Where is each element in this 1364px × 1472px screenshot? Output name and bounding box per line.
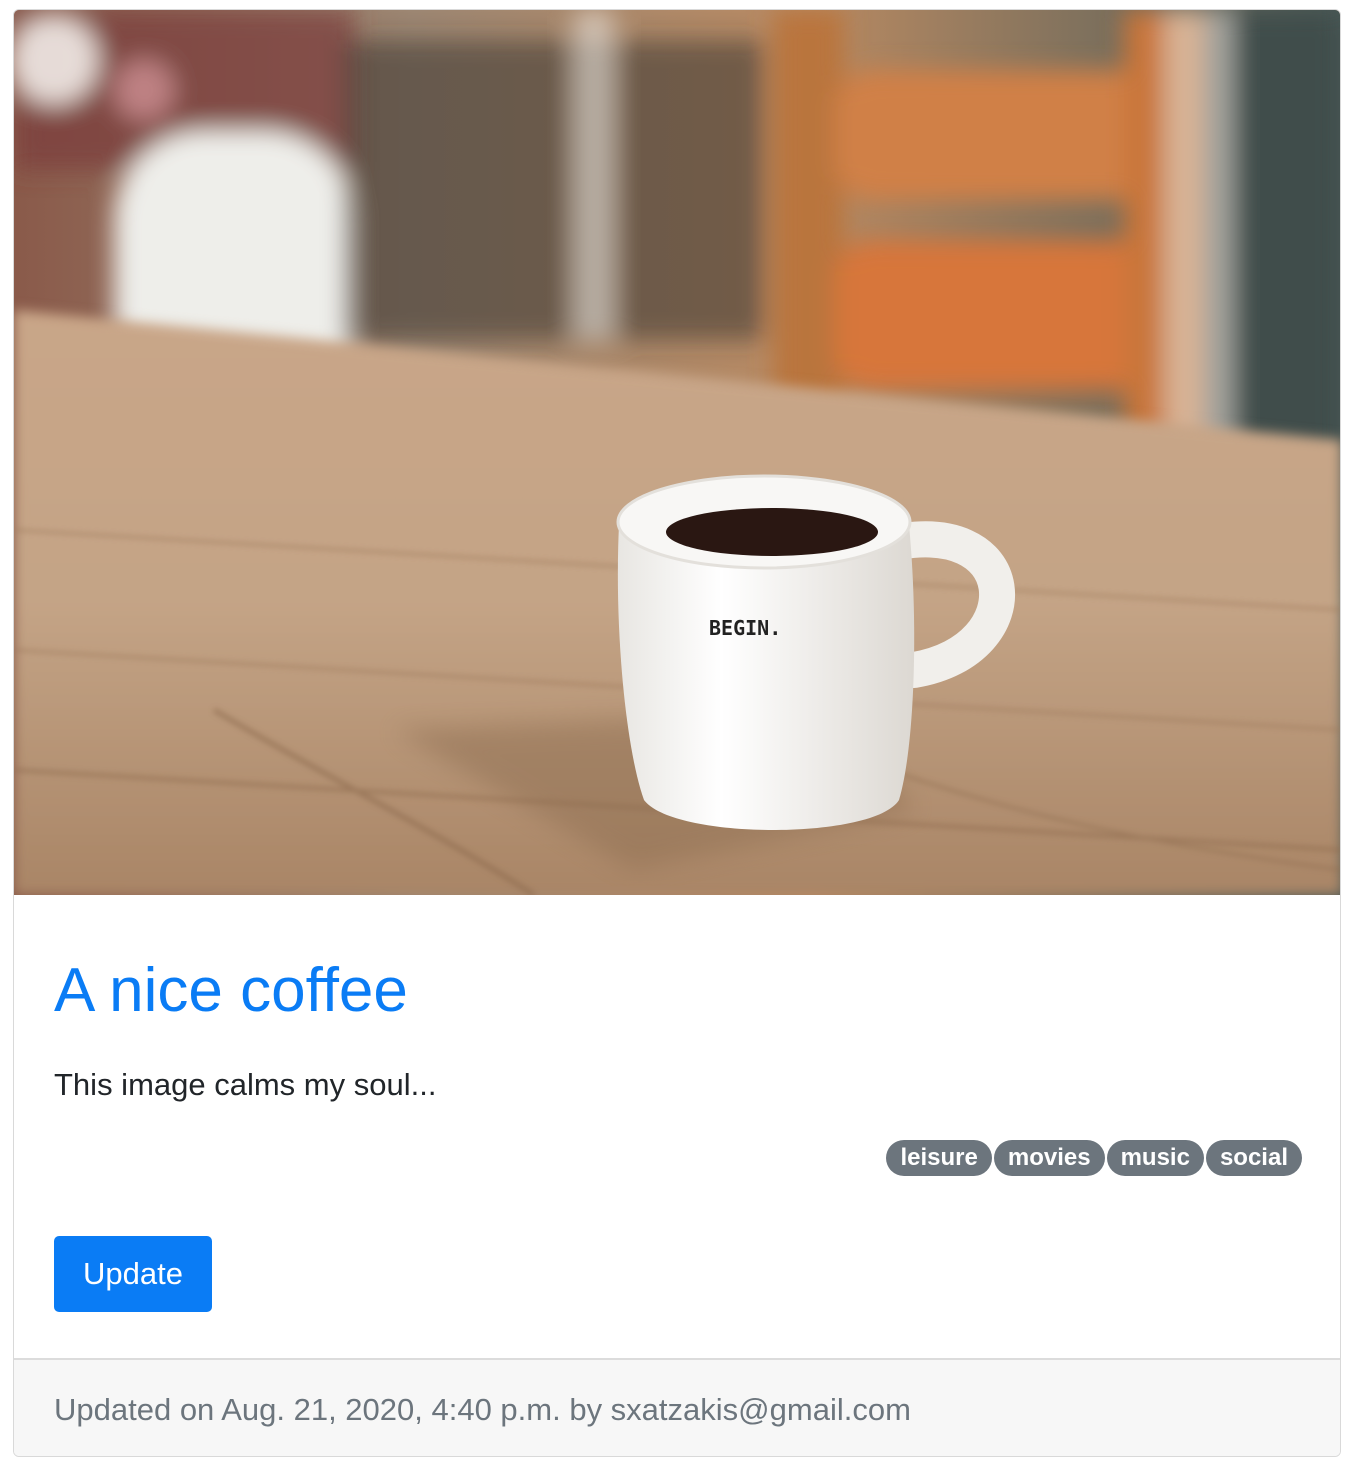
tag-badge[interactable]: music [1106, 1140, 1204, 1176]
card-footer: Updated on Aug. 21, 2020, 4:40 p.m. by s… [14, 1358, 1340, 1456]
tag-badge[interactable]: leisure [886, 1140, 992, 1176]
post-title-link[interactable]: A nice coffee [54, 956, 408, 1025]
post-card: BEGIN. A nice coffee This image calms my… [13, 9, 1341, 1457]
tag-badge[interactable]: movies [993, 1140, 1105, 1176]
post-image: BEGIN. [14, 10, 1340, 895]
mug-text: BEGIN. [709, 616, 781, 640]
coffee-mug-photo: BEGIN. [14, 10, 1340, 895]
update-button[interactable]: Update [54, 1236, 212, 1312]
updated-info: Updated on Aug. 21, 2020, 4:40 p.m. by s… [54, 1392, 911, 1427]
tag-badge[interactable]: social [1205, 1140, 1302, 1176]
tag-list: leisure movies music social [886, 1140, 1302, 1176]
post-description: This image calms my soul... [54, 1067, 437, 1102]
